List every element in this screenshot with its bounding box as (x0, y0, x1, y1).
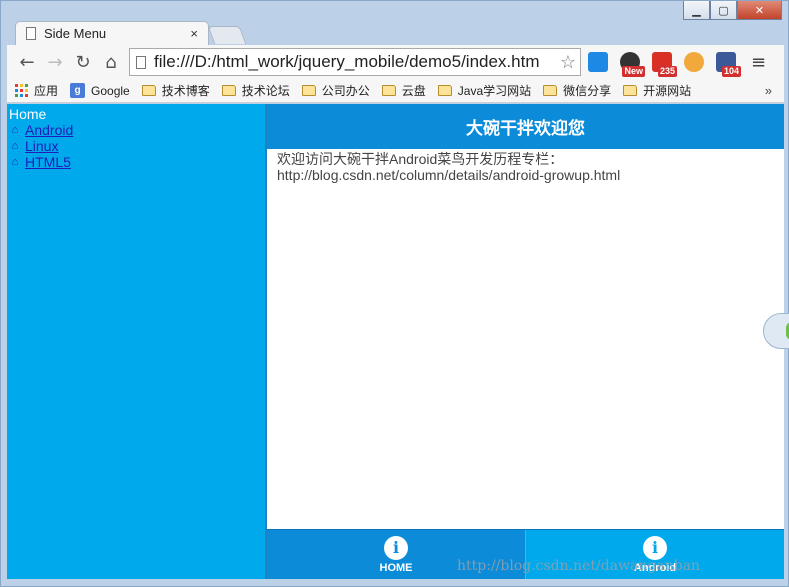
side-link-label[interactable]: Android (25, 122, 73, 138)
speedometer-ext-icon[interactable]: New (615, 47, 645, 77)
content-url: http://blog.csdn.net/column/details/andr… (277, 167, 621, 183)
ext-badge: New (622, 66, 645, 77)
bookmark-label: 技术论坛 (241, 84, 290, 98)
browser-tab[interactable]: Side Menu × (15, 21, 209, 45)
forward-button[interactable]: → (41, 48, 69, 76)
ext-badge: 235 (657, 66, 677, 77)
home-icon: ⌂ (11, 140, 19, 152)
calculator-ext-icon[interactable] (583, 47, 613, 77)
weather-ext-icon[interactable] (679, 47, 709, 77)
google-icon: g (70, 83, 86, 98)
page-icon (26, 27, 36, 40)
browser-window: ▁ ▢ ✕ Side Menu × ← → ↻ ⌂ file:///D:/htm… (0, 0, 789, 587)
side-link-label[interactable]: HTML5 (25, 154, 71, 170)
back-button[interactable]: ← (13, 48, 41, 76)
reload-button[interactable]: ↻ (69, 48, 97, 76)
folder-icon (623, 85, 638, 96)
side-link-label[interactable]: Linux (25, 138, 58, 154)
watermark-text: http://blog.csdn.net/dawanganban (457, 558, 701, 574)
footer-button-label: HOME (379, 561, 413, 574)
home-button[interactable]: ⌂ (97, 48, 125, 76)
bookmark-label: Google (91, 83, 130, 98)
folder-icon (543, 85, 558, 96)
bookmark-folder[interactable]: 技术博客 (141, 82, 210, 99)
file-icon (136, 55, 146, 69)
bookmark-folder[interactable]: 微信分享 (543, 82, 611, 99)
side-link-android[interactable]: ⌂ Android (7, 122, 265, 138)
chrome-menu-icon[interactable]: ≡ (751, 52, 766, 73)
bookmark-google[interactable]: g Google (70, 83, 130, 98)
content-line: 欢迎访问大碗干拌Android菜鸟开发历程专栏： (277, 151, 564, 167)
browser-toolbar: ← → ↻ ⌂ file:///D:/html_work/jquery_mobi… (7, 45, 784, 79)
folder-icon (221, 85, 236, 96)
main-page: 大碗干拌欢迎您 欢迎访问大碗干拌Android菜鸟开发历程专栏： http://… (265, 104, 784, 579)
home-icon: ⌂ (11, 156, 19, 168)
maximize-button[interactable]: ▢ (710, 1, 737, 20)
side-menu-panel: Home ⌂ Android ⌂ Linux ⌂ HTML5 (7, 104, 265, 579)
bookmarks-more-icon[interactable]: » (765, 83, 772, 98)
home-icon: ⌂ (11, 124, 19, 136)
close-window-button[interactable]: ✕ (737, 1, 782, 20)
bookmark-label: Java学习网站 (457, 84, 532, 98)
page-header: 大碗干拌欢迎您 (267, 104, 784, 149)
bookmark-label: 应用 (34, 84, 59, 98)
bookmark-folder[interactable]: 云盘 (381, 82, 426, 99)
facebook-ext-icon[interactable]: 104 (711, 47, 741, 77)
tab-title: Side Menu (44, 26, 107, 41)
page-viewport: Home ⌂ Android ⌂ Linux ⌂ HTML5 大碗干拌欢迎您 欢… (7, 104, 784, 579)
ext-badge: 104 (721, 66, 741, 77)
apps-grid-icon (15, 84, 28, 97)
bookmark-label: 开源网站 (643, 84, 692, 98)
url-text: file:///D:/html_work/jquery_mobile/demo5… (154, 52, 540, 71)
folder-icon (437, 85, 452, 96)
bookmark-folder[interactable]: 开源网站 (623, 82, 691, 99)
window-controls: ▁ ▢ ✕ (683, 1, 782, 20)
minimize-button[interactable]: ▁ (683, 1, 710, 20)
folder-icon (141, 85, 156, 96)
bookmark-label: 云盘 (401, 84, 426, 98)
info-icon: i (384, 535, 408, 560)
bookmark-folder[interactable]: 公司办公 (301, 82, 370, 99)
bookmark-folder[interactable]: 技术论坛 (221, 82, 290, 99)
weibo-ext-icon[interactable]: 235 (647, 47, 677, 77)
side-link-linux[interactable]: ⌂ Linux (7, 138, 265, 154)
bookmark-folder[interactable]: Java学习网站 (437, 82, 532, 99)
bookmarks-bar: 应用 g Google 技术博客 技术论坛 公司办公 云盘 Java学习网站 微… (7, 79, 784, 103)
page-content: 欢迎访问大碗干拌Android菜鸟开发历程专栏： http://blog.csd… (267, 149, 784, 185)
side-menu-home: Home (9, 106, 47, 122)
folder-icon (301, 85, 316, 96)
bookmark-label: 技术博客 (161, 84, 210, 98)
tab-close-icon[interactable]: × (190, 26, 198, 41)
folder-icon (381, 85, 396, 96)
bookmark-apps[interactable]: 应用 (15, 82, 58, 99)
side-link-html5[interactable]: ⌂ HTML5 (7, 154, 265, 170)
bookmark-star-icon[interactable]: ☆ (556, 52, 580, 73)
info-icon: i (643, 535, 667, 560)
address-bar[interactable]: file:///D:/html_work/jquery_mobile/demo5… (129, 48, 581, 76)
bookmark-label: 公司办公 (321, 84, 370, 98)
bookmark-label: 微信分享 (563, 84, 612, 98)
new-tab-button[interactable] (207, 26, 247, 44)
